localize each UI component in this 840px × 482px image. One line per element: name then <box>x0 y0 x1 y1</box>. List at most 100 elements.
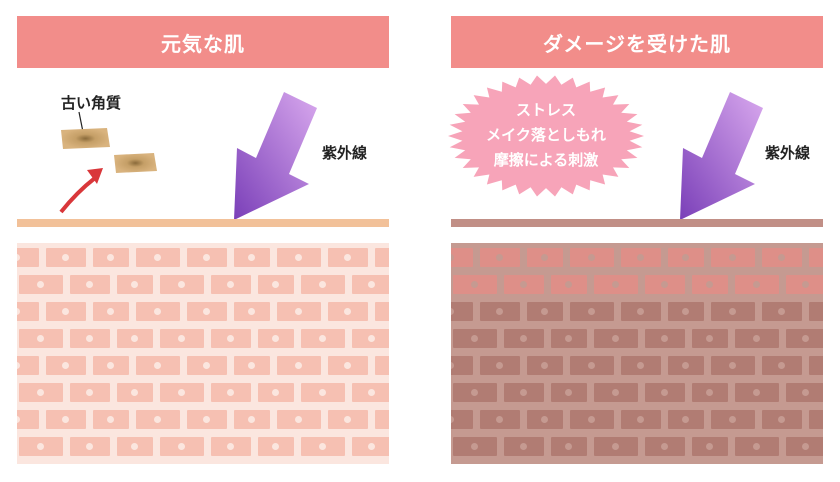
cell-nucleus <box>520 443 527 450</box>
skin-cell <box>277 248 321 267</box>
stress-factors-text: ストレス メイク落としもれ 摩擦による刺激 <box>451 98 641 173</box>
uv-label-left: 紫外線 <box>322 144 368 162</box>
cell-nucleus <box>227 335 234 342</box>
cell-nucleus <box>661 281 668 288</box>
skin-cell <box>551 383 587 402</box>
skin-cell <box>19 437 63 456</box>
cell-nucleus <box>319 443 326 450</box>
cell-nucleus <box>178 389 185 396</box>
cell-nucleus <box>344 308 351 315</box>
skin-cell <box>352 383 389 402</box>
skin-cell <box>645 329 685 348</box>
cell-nucleus <box>753 443 760 450</box>
cell-nucleus <box>541 416 548 423</box>
cell-nucleus <box>295 362 302 369</box>
skin-cell <box>211 437 251 456</box>
cell-nucleus <box>107 308 114 315</box>
cell-nucleus <box>227 443 234 450</box>
cell-nucleus <box>471 281 478 288</box>
cell-nucleus <box>637 254 644 261</box>
old-keratin-flake-2 <box>114 153 157 173</box>
cell-nucleus <box>451 308 454 315</box>
skin-cell <box>480 356 520 375</box>
skin-cell <box>160 437 204 456</box>
cell-nucleus <box>248 308 255 315</box>
skin-cell <box>258 383 294 402</box>
skin-cell <box>711 410 755 429</box>
skin-cell <box>504 329 544 348</box>
skin-cell <box>786 275 823 294</box>
skin-cell <box>453 437 497 456</box>
cell-nucleus <box>612 443 619 450</box>
skin-cell <box>93 248 129 267</box>
skin-cell <box>692 437 728 456</box>
skin-cell <box>668 356 704 375</box>
cell-nucleus <box>706 389 713 396</box>
cell-nucleus <box>344 254 351 261</box>
cell-nucleus <box>107 416 114 423</box>
skin-cell <box>668 302 704 321</box>
damaged-skin-panel: ダメージを受けた肌 ストレス メイク落としもれ 摩擦による刺激 紫外線 <box>448 0 823 482</box>
skin-cell <box>19 275 63 294</box>
cell-nucleus <box>178 335 185 342</box>
cell-nucleus <box>131 389 138 396</box>
cell-nucleus <box>588 416 595 423</box>
healthy-skin-panel: 元気な肌 古い角質 紫外線 <box>17 0 389 482</box>
skin-cell <box>117 383 153 402</box>
skin-cell <box>17 302 39 321</box>
cell-nucleus <box>682 254 689 261</box>
cell-nucleus <box>661 443 668 450</box>
skin-cell <box>451 410 473 429</box>
cell-nucleus <box>203 416 210 423</box>
cell-nucleus <box>37 281 44 288</box>
skin-cell <box>645 437 685 456</box>
skin-cell <box>527 410 563 429</box>
cell-nucleus <box>37 443 44 450</box>
cell-nucleus <box>661 389 668 396</box>
skin-cell <box>352 329 389 348</box>
cell-nucleus <box>682 362 689 369</box>
cell-nucleus <box>131 443 138 450</box>
cell-nucleus <box>471 443 478 450</box>
cell-nucleus <box>368 389 375 396</box>
skin-cell <box>735 329 779 348</box>
skin-cell <box>258 275 294 294</box>
cell-nucleus <box>368 281 375 288</box>
cell-nucleus <box>565 281 572 288</box>
skin-cell <box>136 410 180 429</box>
healthy-skin-surface-illustration <box>59 92 317 220</box>
skin-cell <box>480 302 520 321</box>
skin-cell <box>301 383 345 402</box>
cell-nucleus <box>565 389 572 396</box>
cell-nucleus <box>778 362 785 369</box>
skin-cell <box>621 248 661 267</box>
skin-cell <box>211 275 251 294</box>
cell-nucleus <box>248 362 255 369</box>
cell-nucleus <box>661 335 668 342</box>
cell-nucleus <box>272 389 279 396</box>
cell-nucleus <box>295 416 302 423</box>
cell-nucleus <box>62 362 69 369</box>
cell-nucleus <box>272 443 279 450</box>
skin-cell <box>504 275 544 294</box>
damaged-skin-tissue <box>451 243 823 464</box>
cell-nucleus <box>154 416 161 423</box>
skin-cell <box>301 437 345 456</box>
skin-cell <box>594 383 638 402</box>
healthy-skin-surface-line <box>17 219 389 227</box>
cell-nucleus <box>778 308 785 315</box>
cell-nucleus <box>154 362 161 369</box>
cell-nucleus <box>753 335 760 342</box>
skin-cell <box>211 383 251 402</box>
skin-cell <box>621 410 661 429</box>
skin-cell <box>668 248 704 267</box>
skin-cell <box>187 302 227 321</box>
uv-label-right: 紫外線 <box>765 144 811 162</box>
skin-cell <box>453 383 497 402</box>
cell-nucleus <box>178 443 185 450</box>
skin-cell <box>117 437 153 456</box>
skin-cell <box>570 410 614 429</box>
skin-cell <box>93 356 129 375</box>
cell-nucleus <box>17 308 20 315</box>
skin-cell <box>46 356 86 375</box>
